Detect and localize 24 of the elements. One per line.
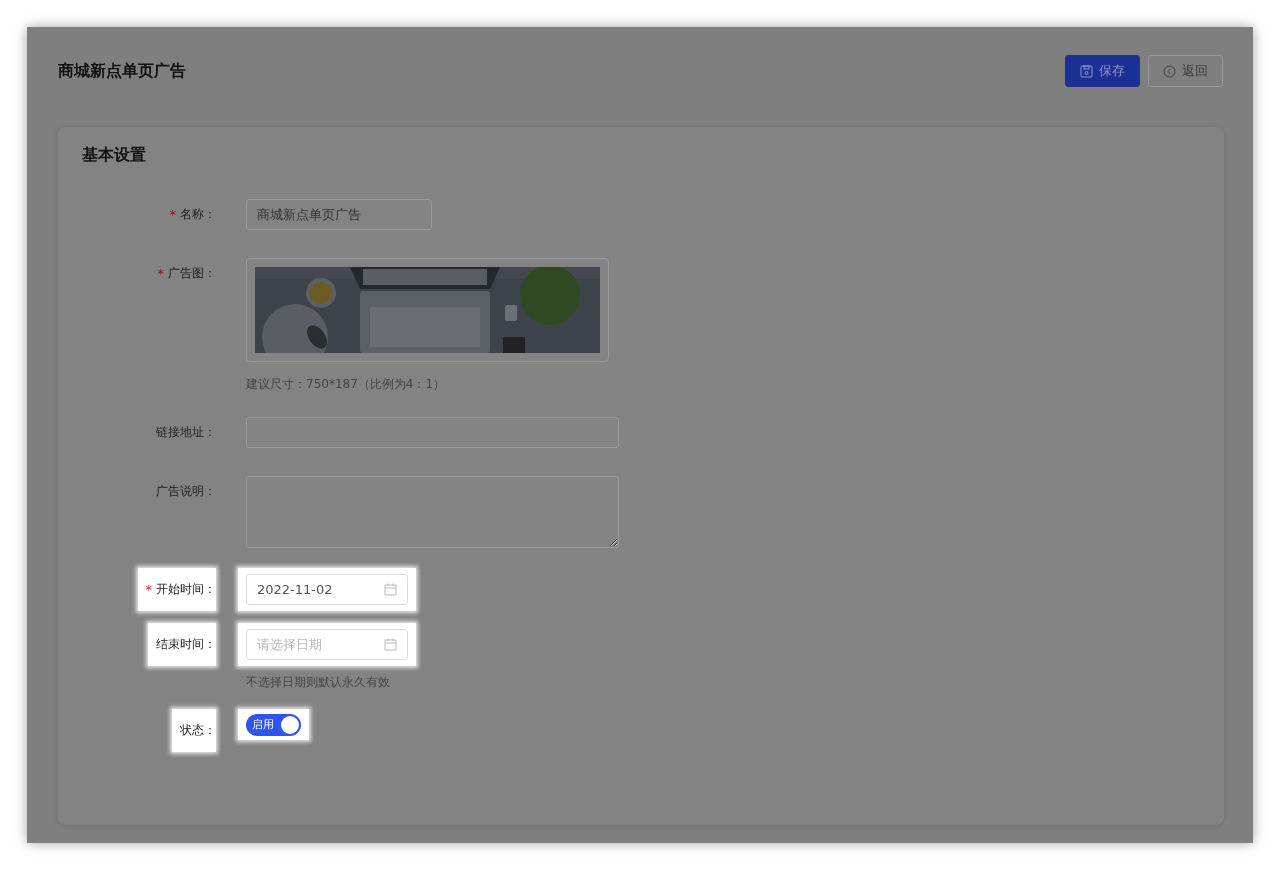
calendar-icon	[384, 638, 397, 651]
textarea-field[interactable]	[246, 476, 619, 548]
section-title: 基本设置	[81, 145, 147, 166]
back-button[interactable]: 返回	[1148, 55, 1223, 87]
field-label: 链接地址：	[156, 424, 216, 441]
required-asterisk: *	[145, 582, 152, 597]
status-switch[interactable]: 启用	[246, 713, 301, 736]
page-title: 商城新点单页广告	[58, 60, 186, 82]
field-label: 广告图：	[168, 265, 216, 282]
calendar-icon	[384, 583, 397, 596]
required-asterisk: *	[157, 266, 164, 281]
text-field[interactable]: 商城新点单页广告	[246, 199, 432, 230]
field-label: 状态：	[180, 722, 216, 739]
date-field[interactable]: 2022-11-02	[246, 574, 408, 605]
hint-text: 建议尺寸：750*187（比例为4：1）	[246, 376, 447, 393]
save-button[interactable]: 保存	[1065, 55, 1140, 87]
date-field[interactable]: 请选择日期	[246, 629, 408, 660]
field-label: 结束时间：	[156, 636, 216, 653]
hint-text: 不选择日期则默认永久有效	[246, 674, 391, 691]
field-label: 广告说明：	[156, 483, 216, 500]
field-label: 名称：	[180, 206, 216, 223]
image-upload[interactable]	[246, 258, 609, 362]
required-asterisk: *	[169, 207, 176, 222]
field-label: 开始时间：	[156, 581, 216, 598]
